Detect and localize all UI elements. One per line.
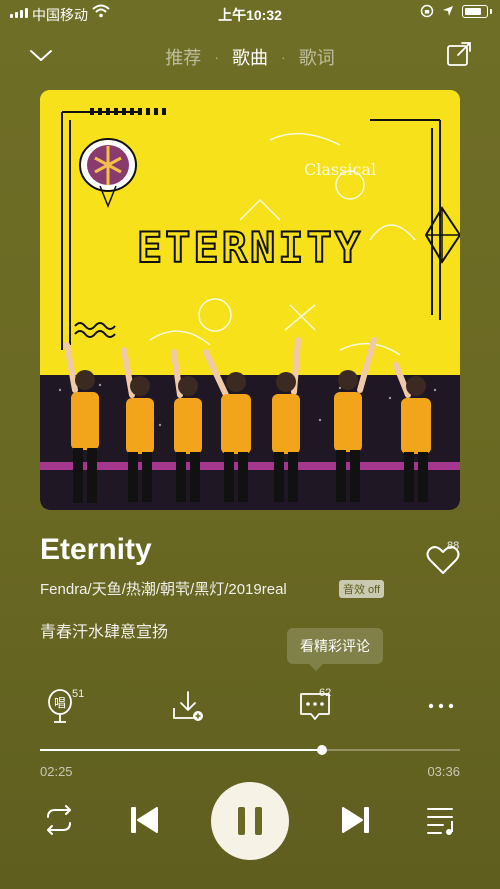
album-cover[interactable]: Classical ETERNITY	[40, 90, 460, 510]
lock-rotation-icon	[420, 4, 434, 18]
status-bar: 中国移动 上午10:32	[0, 0, 500, 26]
tab-separator: ·	[281, 49, 286, 65]
sing-count: 51	[72, 688, 85, 700]
battery-tip	[490, 8, 492, 14]
more-icon	[428, 703, 454, 709]
album-art: Classical ETERNITY	[40, 90, 460, 510]
next-icon[interactable]	[340, 804, 372, 836]
total-duration: 03:36	[427, 764, 460, 779]
tab-song[interactable]: 歌曲	[232, 44, 268, 70]
sing-label: 唱	[54, 696, 66, 710]
artist-list[interactable]: Fendra/天鱼/热潮/朝茕/黑灯/2019real	[40, 578, 287, 599]
download-icon	[173, 691, 203, 721]
like-count: 88	[447, 540, 460, 552]
progress-handle[interactable]	[316, 745, 327, 755]
playback-controls	[0, 780, 500, 860]
more-button[interactable]	[423, 688, 459, 724]
share-icon[interactable]	[446, 41, 472, 67]
comment-tooltip[interactable]: 看精彩评论	[287, 628, 383, 671]
comment-count: 62	[319, 687, 332, 699]
location-icon	[443, 6, 453, 16]
nav-tabs: 推荐 · 歌曲 · 歌词	[0, 44, 500, 70]
song-title: Eternity	[40, 533, 152, 566]
repeat-icon[interactable]	[42, 805, 76, 835]
cover-title: ETERNITY	[137, 223, 363, 272]
sound-effect-badge[interactable]: 音效 off	[339, 580, 385, 598]
progress-fill	[40, 749, 322, 751]
song-subtitle: 青春汗水肆意宣扬	[40, 624, 169, 641]
download-button[interactable]	[170, 688, 206, 724]
tab-recommend[interactable]: 推荐	[165, 44, 201, 70]
previous-icon[interactable]	[128, 804, 160, 836]
pause-button[interactable]	[211, 782, 289, 860]
pause-icon	[238, 807, 262, 835]
svg-text:Classical: Classical	[304, 160, 376, 179]
top-nav: 推荐 · 歌曲 · 歌词	[0, 38, 500, 74]
progress-bar[interactable]	[40, 745, 460, 755]
tab-separator: ·	[214, 49, 219, 65]
action-row: 唱 51 62	[0, 687, 500, 728]
battery-icon	[462, 4, 488, 18]
tab-lyrics[interactable]: 歌词	[299, 44, 335, 70]
playlist-icon[interactable]	[425, 804, 459, 836]
current-time: 02:25	[40, 764, 73, 779]
